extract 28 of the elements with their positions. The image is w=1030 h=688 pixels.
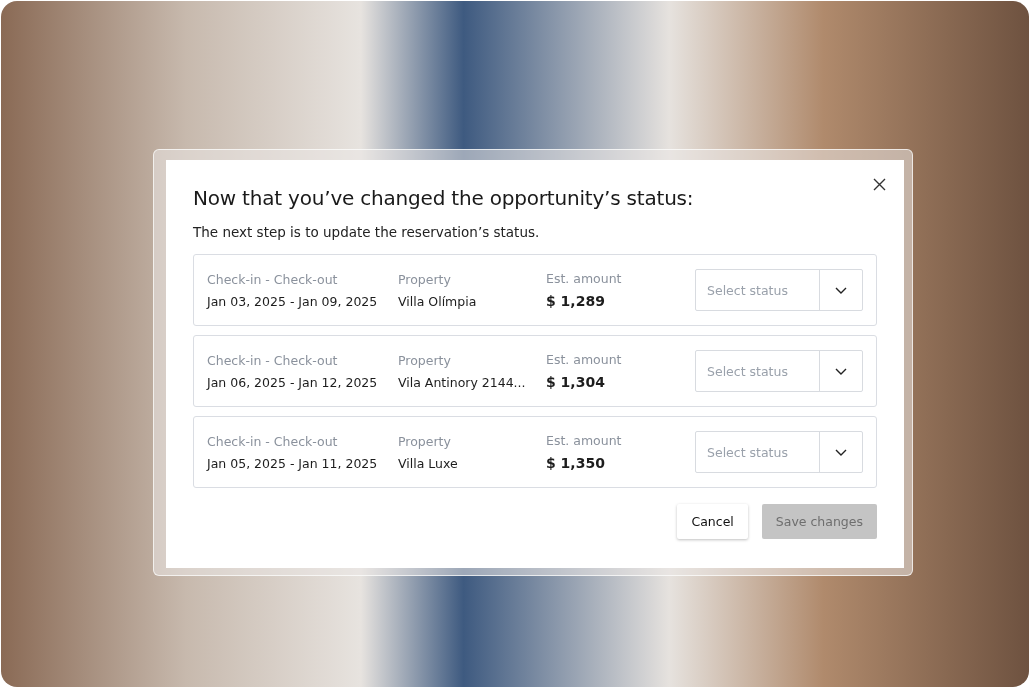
field-label: Est. amount [546,433,623,448]
field-label: Property [398,271,452,287]
dates-value: Jan 03, 2025 - Jan 09, 2025 [207,293,379,309]
status-select[interactable]: Select status [695,350,863,392]
chevron-down-icon [835,286,847,294]
status-select[interactable]: Select status [695,431,863,473]
field-label: Check-in - Check-out [207,352,339,368]
cancel-button[interactable]: Cancel [677,504,748,539]
status-select[interactable]: Select status [695,269,863,311]
field-label: Property [398,433,452,449]
chevron-down-icon [835,448,847,456]
dates-value: Jan 06, 2025 - Jan 12, 2025 [207,374,379,390]
property-value: Vila Antinory 2144... [398,374,527,390]
field-label: Est. amount [546,352,623,367]
amount-value: $ 1,304 [546,374,606,390]
field-label: Check-in - Check-out [207,271,339,287]
amount-value: $ 1,289 [546,293,606,309]
field-label: Check-in - Check-out [207,433,339,449]
dialog-title: Now that you’ve changed the opportunity’s status: [193,186,695,210]
dialog-subtitle: The next step is to update the reservation’s status. [193,224,541,240]
close-icon [872,177,886,191]
property-value: Villa Olímpia [398,293,478,309]
chevron-down-icon [835,367,847,375]
property-value: Villa Luxe [398,455,459,471]
field-label: Property [398,352,452,368]
field-label: Est. amount [546,271,623,286]
dates-value: Jan 05, 2025 - Jan 11, 2025 [207,455,379,471]
amount-value: $ 1,350 [546,455,606,471]
